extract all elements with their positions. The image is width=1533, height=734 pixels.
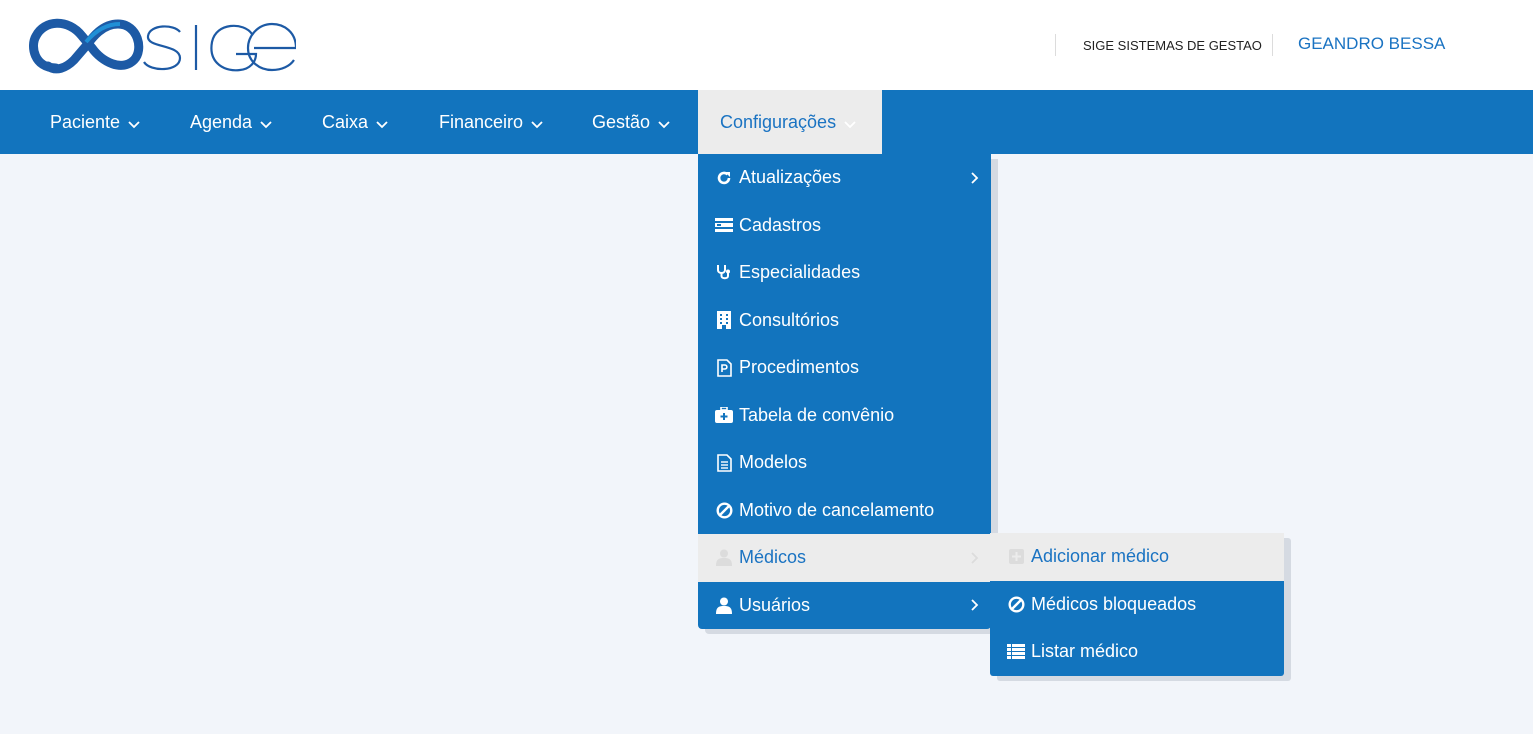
menu-item-procedimentos[interactable]: Procedimentos (698, 344, 991, 392)
menu-item-motivo-cancelamento[interactable]: Motivo de cancelamento (698, 487, 991, 535)
list-card-icon (714, 202, 734, 250)
menu-item-usuarios[interactable]: Usuários (698, 582, 991, 630)
plus-square-icon (1006, 533, 1026, 581)
menu-item-atualizacoes[interactable]: Atualizações (698, 154, 991, 202)
stethoscope-icon (714, 249, 734, 297)
menu-item-cadastros[interactable]: Cadastros (698, 202, 991, 250)
header: SIGE SISTEMAS DE GESTAO GEANDRO BESSA (0, 0, 1533, 90)
menu-item-modelos[interactable]: Modelos (698, 439, 991, 487)
main-navbar: Paciente Agenda Caixa Financeiro Gestão … (0, 90, 1533, 154)
menu-item-label: Atualizações (739, 167, 842, 187)
nav-label: Paciente (50, 112, 121, 132)
menu-item-label: Tabela de convênio (739, 404, 895, 425)
menu-item-label: Usuários (739, 594, 811, 615)
menu-item-medicos[interactable]: Médicos (698, 534, 991, 582)
medkit-icon (714, 392, 734, 440)
nav-label: Caixa (322, 112, 369, 132)
menu-item-label: Especialidades (739, 262, 861, 282)
file-p-icon (714, 344, 734, 392)
list-icon (1006, 628, 1026, 676)
menu-item-label: Modelos (739, 452, 808, 472)
submenu-item-medicos-bloqueados[interactable]: Médicos bloqueados (990, 581, 1284, 629)
menu-item-label: Cadastros (739, 214, 822, 235)
menu-item-tabela-convenio[interactable]: Tabela de convênio (698, 392, 991, 440)
submenu-item-label: Listar médico (1031, 641, 1139, 662)
menu-item-especialidades[interactable]: Especialidades (698, 249, 991, 297)
submenu-item-listar-medico[interactable]: Listar médico (990, 628, 1284, 676)
nav-caixa[interactable]: Caixa (322, 90, 388, 154)
chevron-down-icon (844, 91, 856, 155)
building-icon (714, 297, 734, 345)
ban-icon (1006, 581, 1026, 629)
document-icon (714, 439, 734, 487)
user-name-link[interactable]: GEANDRO BESSA (1298, 33, 1445, 55)
menu-item-label: Médicos (739, 547, 807, 567)
submenu-item-adicionar-medico[interactable]: Adicionar médico (990, 533, 1284, 581)
nav-label: Configurações (720, 112, 837, 132)
chevron-down-icon (260, 91, 272, 155)
refresh-icon (714, 154, 734, 202)
nav-agenda[interactable]: Agenda (190, 90, 272, 154)
user-icon (714, 582, 734, 630)
nav-gestao[interactable]: Gestão (592, 90, 670, 154)
nav-label: Agenda (190, 112, 253, 132)
chevron-down-icon (128, 91, 140, 155)
chevron-right-icon (971, 534, 979, 582)
submenu-item-label: Médicos bloqueados (1031, 593, 1197, 614)
medicos-submenu: Adicionar médico Médicos bloqueados List… (990, 533, 1284, 676)
submenu-item-label: Adicionar médico (1031, 546, 1170, 566)
company-name: SIGE SISTEMAS DE GESTAO (1055, 34, 1273, 56)
user-md-icon (714, 534, 734, 582)
nav-financeiro[interactable]: Financeiro (439, 90, 543, 154)
nav-label: Gestão (592, 112, 651, 132)
chevron-down-icon (531, 91, 543, 155)
chevron-down-icon (658, 91, 670, 155)
nav-label: Financeiro (439, 112, 524, 132)
chevron-right-icon (971, 582, 979, 630)
nav-configuracoes[interactable]: Configurações (698, 90, 882, 154)
menu-item-consultorios[interactable]: Consultórios (698, 297, 991, 345)
chevron-right-icon (971, 154, 979, 202)
configuracoes-dropdown: Atualizações Cadastros Especialidades Co… (698, 154, 991, 629)
nav-paciente[interactable]: Paciente (50, 90, 140, 154)
menu-item-label: Consultórios (739, 309, 840, 330)
chevron-down-icon (376, 91, 388, 155)
sige-logo[interactable] (26, 12, 296, 80)
menu-item-label: Motivo de cancelamento (739, 499, 935, 520)
ban-icon (714, 487, 734, 535)
menu-item-label: Procedimentos (739, 357, 860, 377)
